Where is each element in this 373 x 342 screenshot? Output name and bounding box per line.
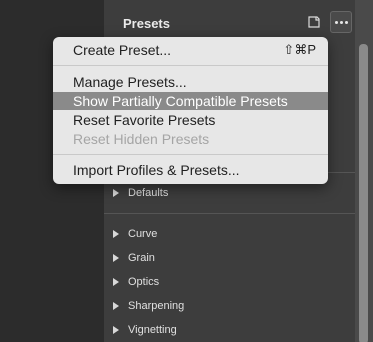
menu-item-manage-presets[interactable]: Manage Presets... — [53, 73, 328, 91]
menu-item-label: Import Profiles & Presets... — [73, 162, 240, 178]
preset-group-defaults[interactable]: Defaults — [113, 187, 168, 199]
more-options-button[interactable] — [330, 11, 352, 33]
preset-group-grain[interactable]: Grain — [113, 252, 155, 264]
menu-item-import-profiles-presets[interactable]: Import Profiles & Presets... — [53, 161, 328, 179]
preset-group-curve[interactable]: Curve — [113, 228, 157, 240]
disclosure-triangle-icon — [113, 302, 119, 310]
menu-item-label: Manage Presets... — [73, 74, 187, 90]
menu-item-label: Reset Favorite Presets — [73, 112, 216, 128]
menu-item-reset-hidden-presets: Reset Hidden Presets — [53, 130, 328, 148]
menu-item-create-preset[interactable]: Create Preset... ⇧⌘P — [53, 41, 328, 59]
menu-separator — [53, 65, 328, 66]
ellipsis-icon — [334, 20, 348, 24]
preset-group-label: Curve — [128, 228, 158, 240]
menu-item-show-partially-compatible[interactable]: Show Partially Compatible Presets — [53, 92, 328, 110]
menu-separator — [53, 154, 328, 155]
app-window: Presets Defaults Curve Grain Optics Shar… — [0, 0, 373, 342]
group-divider — [104, 213, 355, 214]
menu-item-label: Show Partially Compatible Presets — [73, 93, 288, 109]
menu-item-label: Create Preset... — [73, 42, 172, 58]
preset-group-label: Sharpening — [128, 300, 185, 312]
preset-group-label: Optics — [128, 276, 160, 288]
preset-group-optics[interactable]: Optics — [113, 276, 159, 288]
preset-group-label: Grain — [128, 252, 155, 264]
preset-group-sharpening[interactable]: Sharpening — [113, 300, 184, 312]
disclosure-triangle-icon — [113, 254, 119, 262]
disclosure-triangle-icon — [113, 189, 119, 197]
disclosure-triangle-icon — [113, 326, 119, 334]
preset-group-label: Defaults — [128, 187, 169, 199]
menu-item-reset-favorite-presets[interactable]: Reset Favorite Presets — [53, 111, 328, 129]
presets-context-menu: Create Preset... ⇧⌘P Manage Presets... S… — [53, 37, 328, 184]
scrollbar-thumb[interactable] — [359, 44, 368, 342]
preset-group-label: Vignetting — [128, 324, 177, 336]
menu-shortcut: ⇧⌘P — [283, 42, 316, 57]
preset-group-vignetting[interactable]: Vignetting — [113, 324, 177, 336]
disclosure-triangle-icon — [113, 230, 119, 238]
menu-item-label: Reset Hidden Presets — [73, 131, 210, 147]
new-preset-icon[interactable] — [307, 15, 321, 29]
disclosure-triangle-icon — [113, 278, 119, 286]
panel-title: Presets — [123, 16, 170, 31]
